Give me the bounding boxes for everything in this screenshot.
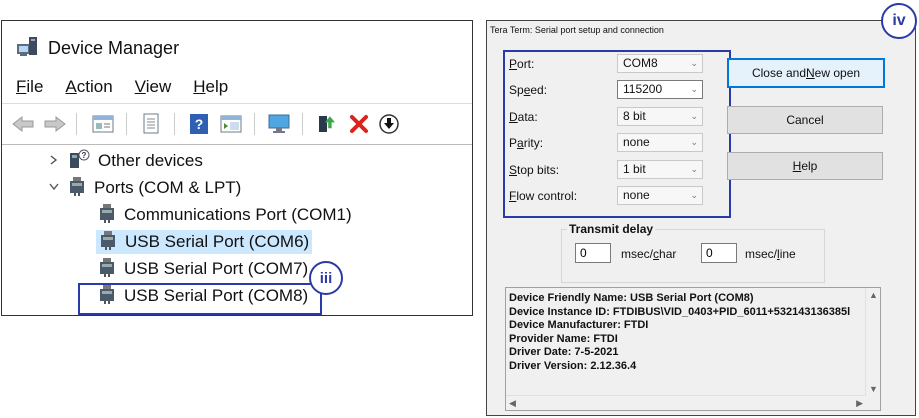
- selection-highlight: USB Serial Port (COM6): [96, 230, 313, 255]
- help-icon[interactable]: ?: [186, 111, 212, 137]
- menu-bar: File Action View Help: [16, 77, 250, 97]
- toolbar-separator: [76, 113, 77, 135]
- scroll-left-arrow-icon[interactable]: ◀: [509, 398, 516, 409]
- info-line: Driver Version: 2.12.36.4: [509, 359, 637, 372]
- transmit-delay-label: Transmit delay: [567, 222, 656, 236]
- chevron-down-icon: ⌄: [690, 58, 698, 68]
- device-info-text: Device Friendly Name: USB Serial Port (C…: [506, 292, 866, 373]
- chevron-right-icon[interactable]: [48, 154, 60, 166]
- uninstall-x-icon[interactable]: [346, 111, 372, 137]
- msec-per-char-label: msec/char: [621, 247, 677, 261]
- tree-item-com1[interactable]: Communications Port (COM1): [98, 202, 352, 228]
- toolbar-separator: [302, 113, 303, 135]
- unknown-device-icon: ?: [68, 148, 90, 175]
- document-icon[interactable]: [138, 111, 164, 137]
- annotation-badge-iv: iv: [881, 3, 917, 39]
- menu-view[interactable]: View: [135, 77, 172, 97]
- chevron-down-icon: ⌄: [690, 84, 698, 94]
- tree-item-com6[interactable]: USB Serial Port (COM6): [96, 229, 313, 255]
- port-connector-icon: [98, 257, 116, 282]
- chevron-down-icon: ⌄: [690, 190, 698, 200]
- menu-help[interactable]: Help: [193, 77, 228, 97]
- toolbar-separator: [174, 113, 175, 135]
- msec-per-line-label: msec/line: [745, 247, 796, 261]
- msec-per-char-input[interactable]: 0: [575, 243, 611, 263]
- dialog-title: Tera Term: Serial port setup and connect…: [490, 25, 664, 35]
- scroll-down-arrow-icon[interactable]: ▼: [869, 384, 878, 394]
- update-driver-icon[interactable]: [314, 111, 340, 137]
- info-line: Provider Name: FTDI: [509, 332, 618, 345]
- window-title: Device Manager: [48, 37, 180, 58]
- device-manager-window: Device Manager File Action View Help ? ?…: [1, 20, 473, 316]
- flow-control-select[interactable]: none ⌄: [617, 186, 703, 205]
- toolbar: ?: [2, 103, 472, 145]
- horizontal-scrollbar[interactable]: ◀ ▶: [506, 395, 866, 410]
- chevron-down-icon: ⌄: [690, 111, 698, 121]
- stop-bits-label: Stop bits:: [509, 163, 560, 177]
- svg-text:?: ?: [82, 151, 87, 160]
- download-circle-icon[interactable]: [376, 111, 402, 137]
- data-select[interactable]: 8 bit ⌄: [617, 107, 703, 126]
- com8-highlight-box: [78, 283, 322, 315]
- flow-control-label: Flow control:: [509, 189, 578, 203]
- info-line: Device Manufacturer: FTDI: [509, 319, 649, 331]
- menu-file[interactable]: File: [16, 77, 43, 97]
- device-manager-icon: [16, 35, 38, 62]
- cancel-button[interactable]: Cancel: [727, 106, 883, 134]
- vertical-scrollbar[interactable]: ▲ ▼: [865, 288, 880, 396]
- port-select[interactable]: COM8 ⌄: [617, 54, 703, 73]
- info-line: Device Friendly Name: USB Serial Port (C…: [509, 292, 754, 304]
- stop-bits-select[interactable]: 1 bit ⌄: [617, 160, 703, 179]
- port-connector-icon: [99, 230, 117, 255]
- device-info-box[interactable]: Device Friendly Name: USB Serial Port (C…: [505, 287, 881, 411]
- svg-text:?: ?: [195, 116, 204, 132]
- parity-label: Parity:: [509, 136, 544, 150]
- tree-item-com7[interactable]: USB Serial Port (COM7): [98, 256, 308, 282]
- chevron-down-icon: ⌄: [690, 137, 698, 147]
- close-and-new-open-button[interactable]: Close and New open: [727, 58, 885, 88]
- msec-per-line-input[interactable]: 0: [701, 243, 737, 263]
- port-label: Port:: [509, 57, 535, 71]
- chevron-down-icon: ⌄: [690, 164, 698, 174]
- chevron-down-icon[interactable]: [48, 181, 60, 193]
- forward-arrow-icon[interactable]: [42, 111, 68, 137]
- tree-node-other-devices[interactable]: ? Other devices: [68, 148, 203, 174]
- scroll-up-arrow-icon[interactable]: ▲: [869, 290, 878, 300]
- scroll-right-arrow-icon[interactable]: ▶: [856, 398, 863, 409]
- port-connector-icon: [68, 176, 86, 201]
- toolbar-separator: [254, 113, 255, 135]
- monitor-scan-icon[interactable]: [266, 111, 292, 137]
- tera-term-dialog: Tera Term: Serial port setup and connect…: [486, 3, 917, 416]
- parity-select[interactable]: none ⌄: [617, 133, 703, 152]
- back-arrow-icon[interactable]: [10, 111, 36, 137]
- info-line: Driver Date: 7-5-2021: [509, 346, 619, 358]
- toolbar-separator: [126, 113, 127, 135]
- port-connector-icon: [98, 203, 116, 228]
- annotation-badge-iii: iii: [309, 261, 343, 295]
- info-line: Device Instance ID: FTDIBUS\VID_0403+PID…: [509, 305, 851, 318]
- menu-action[interactable]: Action: [65, 77, 112, 97]
- speed-combobox[interactable]: 115200 ⌄: [617, 80, 703, 99]
- tree-node-ports[interactable]: Ports (COM & LPT): [68, 175, 241, 201]
- help-button[interactable]: Help: [727, 152, 883, 180]
- speed-label: Speed:: [509, 83, 548, 97]
- properties-icon[interactable]: [90, 111, 116, 137]
- view-pane-icon[interactable]: [218, 111, 244, 137]
- title-bar: Device Manager: [16, 33, 179, 63]
- data-label: Data:: [509, 110, 538, 124]
